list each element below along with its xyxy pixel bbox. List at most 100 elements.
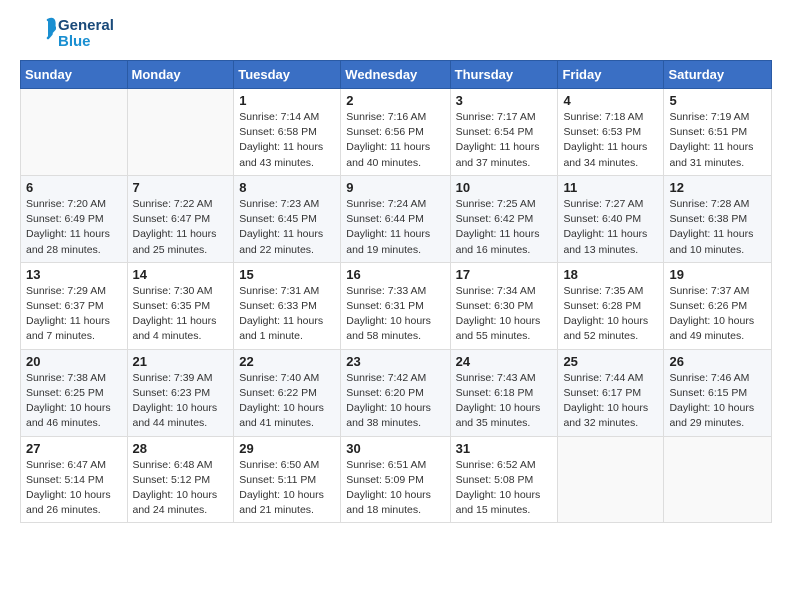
calendar-cell: 16 Sunrise: 7:33 AM Sunset: 6:31 PM Dayli… — [341, 262, 450, 349]
day-number: 20 — [26, 354, 122, 369]
day-number: 8 — [239, 180, 335, 195]
day-number: 21 — [133, 354, 229, 369]
day-info: Sunrise: 6:50 AM Sunset: 5:11 PM Dayligh… — [239, 458, 335, 519]
calendar-cell: 21 Sunrise: 7:39 AM Sunset: 6:23 PM Dayli… — [127, 349, 234, 436]
day-info: Sunrise: 7:22 AM Sunset: 6:47 PM Dayligh… — [133, 197, 229, 258]
day-number: 5 — [669, 93, 766, 108]
day-of-week-header: Thursday — [450, 61, 558, 89]
calendar-cell: 23 Sunrise: 7:42 AM Sunset: 6:20 PM Dayli… — [341, 349, 450, 436]
day-number: 1 — [239, 93, 335, 108]
day-info: Sunrise: 7:14 AM Sunset: 6:58 PM Dayligh… — [239, 110, 335, 171]
calendar-cell: 8 Sunrise: 7:23 AM Sunset: 6:45 PM Daylig… — [234, 175, 341, 262]
day-number: 24 — [456, 354, 553, 369]
day-info: Sunrise: 7:39 AM Sunset: 6:23 PM Dayligh… — [133, 371, 229, 432]
calendar-cell: 14 Sunrise: 7:30 AM Sunset: 6:35 PM Dayli… — [127, 262, 234, 349]
day-info: Sunrise: 7:40 AM Sunset: 6:22 PM Dayligh… — [239, 371, 335, 432]
day-number: 22 — [239, 354, 335, 369]
day-of-week-header: Tuesday — [234, 61, 341, 89]
day-number: 27 — [26, 441, 122, 456]
calendar-cell: 20 Sunrise: 7:38 AM Sunset: 6:25 PM Dayli… — [21, 349, 128, 436]
calendar-cell: 31 Sunrise: 6:52 AM Sunset: 5:08 PM Dayli… — [450, 436, 558, 523]
logo: General Blue — [20, 16, 114, 52]
day-info: Sunrise: 7:19 AM Sunset: 6:51 PM Dayligh… — [669, 110, 766, 171]
day-number: 6 — [26, 180, 122, 195]
day-info: Sunrise: 7:25 AM Sunset: 6:42 PM Dayligh… — [456, 197, 553, 258]
calendar-cell — [127, 89, 234, 176]
day-number: 11 — [563, 180, 658, 195]
calendar-week-row: 27 Sunrise: 6:47 AM Sunset: 5:14 PM Dayli… — [21, 436, 772, 523]
day-number: 26 — [669, 354, 766, 369]
calendar-week-row: 1 Sunrise: 7:14 AM Sunset: 6:58 PM Daylig… — [21, 89, 772, 176]
calendar-cell: 15 Sunrise: 7:31 AM Sunset: 6:33 PM Dayli… — [234, 262, 341, 349]
calendar-cell: 25Sunrise: 7:44 AM Sunset: 6:17 PM Dayli… — [558, 349, 664, 436]
calendar-cell: 7 Sunrise: 7:22 AM Sunset: 6:47 PM Daylig… — [127, 175, 234, 262]
calendar-cell: 27 Sunrise: 6:47 AM Sunset: 5:14 PM Dayli… — [21, 436, 128, 523]
day-number: 19 — [669, 267, 766, 282]
calendar-cell: 11 Sunrise: 7:27 AM Sunset: 6:40 PM Dayli… — [558, 175, 664, 262]
day-info: Sunrise: 7:23 AM Sunset: 6:45 PM Dayligh… — [239, 197, 335, 258]
day-number: 7 — [133, 180, 229, 195]
day-of-week-header: Wednesday — [341, 61, 450, 89]
calendar-week-row: 6 Sunrise: 7:20 AM Sunset: 6:49 PM Daylig… — [21, 175, 772, 262]
calendar-cell — [558, 436, 664, 523]
day-info: Sunrise: 7:34 AM Sunset: 6:30 PM Dayligh… — [456, 284, 553, 345]
calendar-cell: 4 Sunrise: 7:18 AM Sunset: 6:53 PM Daylig… — [558, 89, 664, 176]
calendar-cell: 17 Sunrise: 7:34 AM Sunset: 6:30 PM Dayli… — [450, 262, 558, 349]
day-info: Sunrise: 7:29 AM Sunset: 6:37 PM Dayligh… — [26, 284, 122, 345]
day-info: Sunrise: 7:30 AM Sunset: 6:35 PM Dayligh… — [133, 284, 229, 345]
day-info: Sunrise: 7:35 AM Sunset: 6:28 PM Dayligh… — [563, 284, 658, 345]
calendar-cell: 22 Sunrise: 7:40 AM Sunset: 6:22 PM Dayli… — [234, 349, 341, 436]
calendar-cell: 12Sunrise: 7:28 AM Sunset: 6:38 PM Dayli… — [664, 175, 772, 262]
day-number: 23 — [346, 354, 444, 369]
day-number: 3 — [456, 93, 553, 108]
page: General Blue SundayMondayTuesdayWednesda… — [0, 0, 792, 539]
day-info: Sunrise: 7:46 AM Sunset: 6:15 PM Dayligh… — [669, 371, 766, 432]
day-number: 10 — [456, 180, 553, 195]
day-info: Sunrise: 7:44 AM Sunset: 6:17 PM Dayligh… — [563, 371, 658, 432]
day-info: Sunrise: 6:48 AM Sunset: 5:12 PM Dayligh… — [133, 458, 229, 519]
day-info: Sunrise: 7:38 AM Sunset: 6:25 PM Dayligh… — [26, 371, 122, 432]
calendar-cell: 24Sunrise: 7:43 AM Sunset: 6:18 PM Dayli… — [450, 349, 558, 436]
day-info: Sunrise: 7:31 AM Sunset: 6:33 PM Dayligh… — [239, 284, 335, 345]
day-info: Sunrise: 6:52 AM Sunset: 5:08 PM Dayligh… — [456, 458, 553, 519]
day-info: Sunrise: 7:24 AM Sunset: 6:44 PM Dayligh… — [346, 197, 444, 258]
calendar-cell: 19 Sunrise: 7:37 AM Sunset: 6:26 PM Dayli… — [664, 262, 772, 349]
day-number: 2 — [346, 93, 444, 108]
day-number: 18 — [563, 267, 658, 282]
day-number: 16 — [346, 267, 444, 282]
calendar-cell: 10 Sunrise: 7:25 AM Sunset: 6:42 PM Dayli… — [450, 175, 558, 262]
calendar-cell — [21, 89, 128, 176]
day-of-week-header: Monday — [127, 61, 234, 89]
calendar-cell: 28 Sunrise: 6:48 AM Sunset: 5:12 PM Dayli… — [127, 436, 234, 523]
day-number: 17 — [456, 267, 553, 282]
calendar-cell: 26 Sunrise: 7:46 AM Sunset: 6:15 PM Dayli… — [664, 349, 772, 436]
logo-text-blue: Blue — [58, 34, 114, 51]
calendar-cell: 5 Sunrise: 7:19 AM Sunset: 6:51 PM Daylig… — [664, 89, 772, 176]
day-info: Sunrise: 7:27 AM Sunset: 6:40 PM Dayligh… — [563, 197, 658, 258]
calendar-cell: 1 Sunrise: 7:14 AM Sunset: 6:58 PM Daylig… — [234, 89, 341, 176]
day-info: Sunrise: 7:20 AM Sunset: 6:49 PM Dayligh… — [26, 197, 122, 258]
day-of-week-header: Sunday — [21, 61, 128, 89]
day-info: Sunrise: 7:17 AM Sunset: 6:54 PM Dayligh… — [456, 110, 553, 171]
day-number: 28 — [133, 441, 229, 456]
day-number: 4 — [563, 93, 658, 108]
day-number: 15 — [239, 267, 335, 282]
day-info: Sunrise: 7:18 AM Sunset: 6:53 PM Dayligh… — [563, 110, 658, 171]
day-number: 14 — [133, 267, 229, 282]
logo-text-general: General — [58, 18, 114, 35]
day-number: 31 — [456, 441, 553, 456]
day-info: Sunrise: 7:42 AM Sunset: 6:20 PM Dayligh… — [346, 371, 444, 432]
calendar-cell — [664, 436, 772, 523]
day-info: Sunrise: 6:47 AM Sunset: 5:14 PM Dayligh… — [26, 458, 122, 519]
day-of-week-header: Friday — [558, 61, 664, 89]
calendar-cell: 29Sunrise: 6:50 AM Sunset: 5:11 PM Dayli… — [234, 436, 341, 523]
calendar-week-row: 13Sunrise: 7:29 AM Sunset: 6:37 PM Dayli… — [21, 262, 772, 349]
day-info: Sunrise: 7:33 AM Sunset: 6:31 PM Dayligh… — [346, 284, 444, 345]
calendar-cell: 30Sunrise: 6:51 AM Sunset: 5:09 PM Dayli… — [341, 436, 450, 523]
day-number: 9 — [346, 180, 444, 195]
day-info: Sunrise: 7:37 AM Sunset: 6:26 PM Dayligh… — [669, 284, 766, 345]
calendar-cell: 6 Sunrise: 7:20 AM Sunset: 6:49 PM Daylig… — [21, 175, 128, 262]
day-info: Sunrise: 6:51 AM Sunset: 5:09 PM Dayligh… — [346, 458, 444, 519]
calendar-cell: 3 Sunrise: 7:17 AM Sunset: 6:54 PM Daylig… — [450, 89, 558, 176]
calendar-cell: 2Sunrise: 7:16 AM Sunset: 6:56 PM Daylig… — [341, 89, 450, 176]
